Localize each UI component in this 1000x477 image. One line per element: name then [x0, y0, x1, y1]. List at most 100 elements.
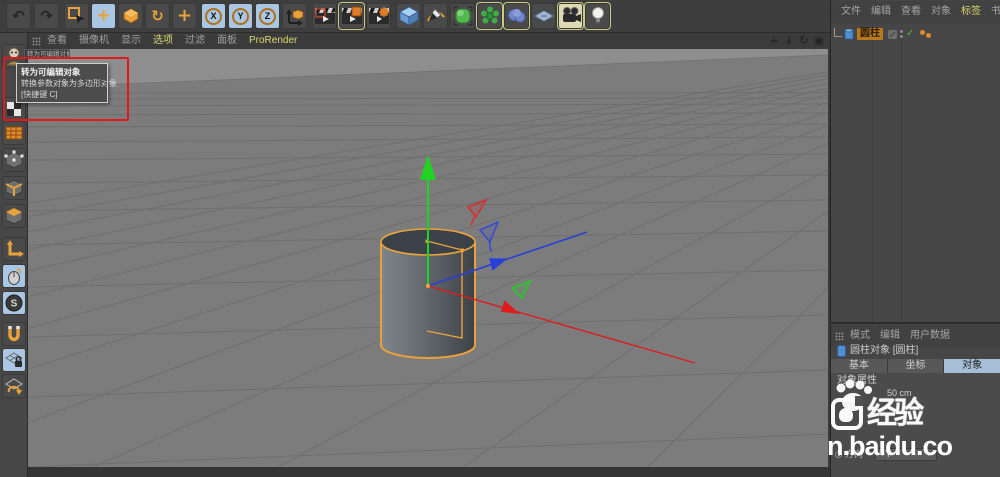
spline-pen-button[interactable]: [423, 3, 448, 29]
menu-cameras[interactable]: 摄像机: [79, 36, 109, 46]
object-name-label[interactable]: 圆柱: [857, 28, 883, 40]
primitive-cube-button[interactable]: [396, 3, 421, 29]
om-menu-view[interactable]: 查看: [901, 7, 921, 17]
tab-coordinates[interactable]: 坐标: [888, 359, 945, 373]
viewport-3d-scene[interactable]: [28, 49, 828, 467]
om-menu-bookmarks[interactable]: 书签: [991, 7, 1000, 17]
lock-workplane-button[interactable]: [2, 348, 26, 372]
menu-view[interactable]: 查看: [47, 36, 67, 46]
enable-checkmark-icon[interactable]: ✓: [906, 29, 914, 39]
jingyan-logo-text: 经验: [867, 399, 921, 429]
make-editable-tooltip: 转为可编辑对象 转换参数对象为多边形对象 [快捷键 C]: [16, 63, 108, 103]
lock-z-axis-button[interactable]: Z: [255, 3, 280, 29]
jingyan-logo-box-icon: [831, 398, 863, 430]
om-menu-tags[interactable]: 标签: [961, 7, 981, 17]
dolly-view-icon[interactable]: ↓: [783, 34, 795, 48]
coordinate-system-button[interactable]: [282, 3, 307, 29]
tooltip-shortcut: [快捷键 C]: [21, 89, 103, 100]
rotate-tool-button[interactable]: ↻: [145, 3, 170, 29]
toggle-panel-icon[interactable]: ▣: [813, 34, 825, 48]
am-menu-userdata[interactable]: 用户数据: [910, 331, 950, 341]
menu-display[interactable]: 显示: [121, 36, 141, 46]
x-axis-icon: X: [205, 8, 222, 25]
menu-filter[interactable]: 过滤: [185, 36, 205, 46]
edges-mode-button[interactable]: [2, 176, 26, 200]
menu-prorender[interactable]: ProRender: [249, 36, 297, 46]
visibility-toggle-icon[interactable]: [888, 30, 897, 39]
gizmo-origin[interactable]: [426, 284, 430, 288]
render-to-picture-viewer-button[interactable]: [339, 3, 364, 29]
attribute-object-title-row: 圆柱对象 [圆柱]: [831, 343, 1000, 358]
viewport[interactable]: 查看 摄像机 显示 选项 过滤 面板 ProRender + ↓ ↻ ▣: [28, 33, 828, 467]
baidu-jingyan-logo: 经验: [831, 398, 921, 430]
viewport-nav-controls: + ↓ ↻ ▣: [768, 34, 825, 48]
redo-icon: ↷: [40, 9, 53, 24]
phong-tag-icon[interactable]: [920, 30, 931, 38]
rotate-view-icon[interactable]: ↻: [798, 34, 810, 48]
snap-button[interactable]: S: [2, 291, 26, 315]
object-row-cylinder[interactable]: 圆柱 ✓: [831, 26, 1000, 42]
lock-workplane-icon: [4, 350, 24, 370]
om-menu-file[interactable]: 文件: [841, 7, 861, 17]
live-selection-button[interactable]: [64, 3, 89, 29]
redo-button[interactable]: ↷: [34, 3, 59, 29]
viewport-solo-button[interactable]: [2, 264, 26, 288]
volume-builder-button[interactable]: [504, 3, 529, 29]
render-settings-icon: [368, 6, 390, 26]
editor-render-dots[interactable]: [900, 30, 903, 38]
panel-divider[interactable]: [831, 322, 1000, 324]
render-to-picture-viewer-icon: [341, 6, 363, 26]
polygons-mode-button[interactable]: [2, 204, 26, 228]
menu-options[interactable]: 选项: [153, 36, 173, 46]
texture-mode-button[interactable]: [2, 121, 26, 145]
am-menu-edit[interactable]: 编辑: [880, 331, 900, 341]
render-settings-button[interactable]: [366, 3, 391, 29]
y-axis-icon: Y: [232, 8, 249, 25]
live-selection-icon: [67, 6, 87, 26]
undo-icon: ↶: [12, 9, 25, 24]
hierarchy-line: [834, 28, 842, 37]
viewport-menubar: 查看 摄像机 显示 选项 过滤 面板 ProRender + ↓ ↻ ▣: [28, 33, 828, 49]
floor-button[interactable]: [531, 3, 556, 29]
render-view-icon: [314, 6, 336, 26]
cube-icon: [398, 5, 420, 27]
pan-view-icon[interactable]: +: [768, 34, 780, 48]
menu-panel[interactable]: 面板: [217, 36, 237, 46]
light-button[interactable]: [585, 3, 610, 29]
om-menu-objects[interactable]: 对象: [931, 7, 951, 17]
last-tool-button[interactable]: +: [172, 3, 197, 29]
tab-basic[interactable]: 基本: [831, 359, 888, 373]
magnet-button[interactable]: [2, 322, 26, 346]
tooltip-description: 转换参数对象为多边形对象: [21, 78, 103, 89]
volume-blob-icon: [506, 5, 528, 27]
lock-x-axis-button[interactable]: X: [201, 3, 226, 29]
tooltip-title: 转为可编辑对象: [21, 66, 103, 78]
tab-object[interactable]: 对象: [944, 359, 1000, 373]
enable-axis-button[interactable]: [2, 237, 26, 261]
lock-y-axis-button[interactable]: Y: [228, 3, 253, 29]
am-menu-mode[interactable]: 模式: [850, 331, 870, 341]
undo-button[interactable]: ↶: [6, 3, 31, 29]
move-tool-button[interactable]: +: [91, 3, 116, 29]
cylinder-object-icon: [837, 345, 846, 357]
workplane-mode-button[interactable]: [2, 374, 26, 398]
z-axis-icon: Z: [259, 8, 276, 25]
coordinate-system-icon: [285, 6, 305, 26]
magnet-icon: [4, 324, 24, 344]
polygons-mode-icon: [4, 206, 24, 226]
camera-button[interactable]: [558, 3, 583, 29]
snap-letter: S: [11, 299, 18, 310]
points-mode-button[interactable]: [2, 148, 26, 172]
grip-handle-icon[interactable]: [32, 37, 41, 46]
generators-button[interactable]: [477, 3, 502, 29]
scale-icon: [121, 6, 141, 26]
om-menu-edit[interactable]: 编辑: [871, 7, 891, 17]
grip-handle-icon[interactable]: [835, 332, 844, 341]
axis-icon: [4, 239, 24, 259]
subdivision-surface-button[interactable]: [450, 3, 475, 29]
render-view-button[interactable]: [312, 3, 337, 29]
object-manager-menubar: 文件 编辑 查看 对象 标签 书签: [831, 1, 1000, 23]
bottom-edge-strip: [28, 467, 830, 477]
scale-tool-button[interactable]: [118, 3, 143, 29]
move-icon: +: [96, 7, 111, 25]
